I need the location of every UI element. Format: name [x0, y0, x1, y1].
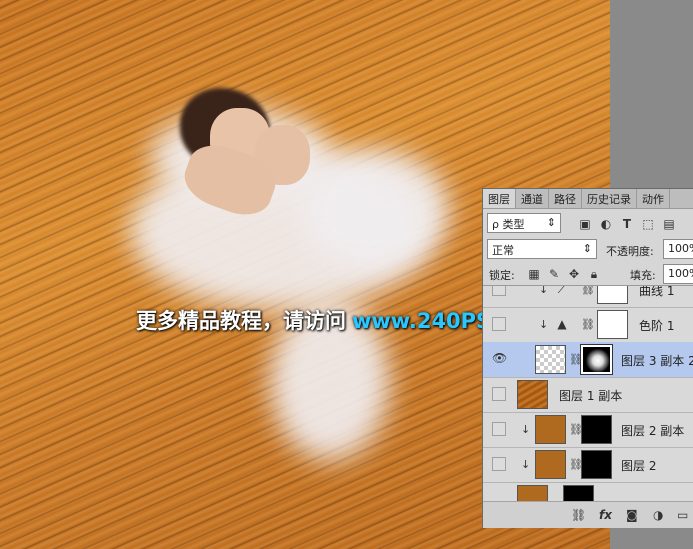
layer-row[interactable]: ↓ ⛓︎ 图层 2 副本 [483, 412, 693, 448]
layer-name[interactable]: 色阶 1 [639, 317, 674, 334]
lock-paint-icon[interactable]: ✎ [547, 267, 561, 281]
layer-name[interactable]: 图层 3 副本 2 [621, 352, 693, 369]
clip-arrow-icon: ↓ [521, 458, 531, 471]
visibility-toggle[interactable] [492, 422, 506, 436]
layer-row[interactable]: ↓ ▲ ⛓︎ 色阶 1 [483, 307, 693, 343]
layer-name[interactable]: 图层 2 [621, 457, 656, 474]
adjustment-layer-icon[interactable]: ◑ [653, 508, 663, 522]
link-layers-icon[interactable]: ⛓︎ [571, 508, 586, 522]
new-group-icon[interactable]: ▭ [677, 508, 688, 522]
clip-arrow-icon: ↓ [521, 423, 531, 436]
layer-mask-thumbnail[interactable] [597, 310, 628, 339]
blend-row: 正常 ⇕ 不透明度: 100% [483, 237, 693, 261]
link-icon: ⛓︎ [581, 285, 595, 296]
lock-label: 锁定: [489, 269, 515, 282]
layer-thumbnail[interactable] [535, 450, 566, 479]
curves-adjust-icon: ⟋ [557, 285, 567, 296]
lock-position-icon[interactable]: ✥ [567, 267, 581, 281]
layer-thumbnail[interactable] [517, 380, 548, 409]
lock-transparent-icon[interactable]: ▦ [527, 267, 541, 281]
tab-layers[interactable]: 图层 [483, 189, 516, 208]
panel-tabs: 图层 通道 路径 历史记录 动作 [483, 189, 693, 209]
visibility-toggle[interactable] [492, 286, 506, 296]
layer-mask-thumbnail[interactable] [563, 485, 594, 502]
layer-row[interactable]: 👁︎ ⛓︎ 图层 3 副本 2 [483, 342, 693, 378]
clip-arrow-icon: ↓ [539, 318, 549, 331]
layer-name[interactable]: 曲线 1 [639, 286, 674, 299]
tab-history[interactable]: 历史记录 [582, 189, 637, 208]
levels-adjust-icon: ▲ [557, 317, 567, 331]
opacity-input[interactable]: 100% [663, 239, 693, 259]
clip-arrow-icon: ↓ [539, 285, 549, 296]
panel-footer: ⛓︎ fx ◙ ◑ ▭ [483, 501, 693, 528]
layer-thumbnail[interactable] [517, 485, 548, 502]
layers-panel: 图层 通道 路径 历史记录 动作 ρ 类型 ⇕ ▣ ◐ T ⬚ ▤ 正常 ⇕ 不… [482, 188, 693, 528]
fx-icon[interactable]: fx [599, 508, 612, 522]
layer-row[interactable]: ↓ ⟋ ⛓︎ 曲线 1 [483, 285, 693, 308]
visibility-toggle[interactable] [492, 457, 506, 471]
layer-row[interactable]: ↓ ⛓︎ 图层 2 [483, 447, 693, 483]
layer-filter-select[interactable]: ρ 类型 ⇕ [487, 213, 561, 233]
layer-mask-thumbnail[interactable] [581, 415, 612, 444]
fill-input[interactable]: 100% [663, 264, 693, 284]
layer-thumbnail[interactable] [535, 415, 566, 444]
blend-mode-value: 正常 [492, 244, 514, 257]
updown-arrow-icon: ⇕ [546, 216, 556, 229]
lock-row: 锁定: ▦ ✎ ✥ 🔒︎ 填充: 100% [483, 263, 693, 285]
blanket-shape [300, 150, 450, 270]
filter-smartobject-icon[interactable]: ▤ [662, 217, 676, 231]
layer-mask-thumbnail[interactable] [597, 286, 628, 304]
layer-thumbnail[interactable] [535, 345, 566, 374]
blend-mode-select[interactable]: 正常 ⇕ [487, 239, 597, 259]
filter-kind-label: ρ 类型 [492, 218, 525, 231]
add-mask-icon[interactable]: ◙ [626, 508, 638, 522]
filter-shape-icon[interactable]: ⬚ [641, 217, 655, 231]
layer-name[interactable]: 图层 2 副本 [621, 422, 684, 439]
layer-row[interactable] [483, 482, 693, 502]
visibility-toggle[interactable] [492, 387, 506, 401]
link-icon: ⛓︎ [581, 318, 595, 331]
filter-pixel-icon[interactable]: ▣ [578, 217, 592, 231]
tab-channels[interactable]: 通道 [516, 189, 549, 208]
fill-label: 填充: [630, 269, 656, 282]
layer-row[interactable]: 图层 1 副本 [483, 377, 693, 413]
filter-type-icon[interactable]: T [620, 217, 634, 231]
updown-arrow-icon: ⇕ [582, 242, 592, 255]
opacity-label: 不透明度: [606, 245, 654, 258]
lock-all-icon[interactable]: 🔒︎ [587, 267, 601, 281]
layer-mask-thumbnail[interactable] [581, 450, 612, 479]
layer-name[interactable]: 图层 1 副本 [559, 387, 622, 404]
filter-adjustment-icon[interactable]: ◐ [599, 217, 613, 231]
layer-mask-thumbnail[interactable] [580, 344, 613, 375]
filter-row: ρ 类型 ⇕ ▣ ◐ T ⬚ ▤ [483, 211, 693, 235]
tab-actions[interactable]: 动作 [637, 189, 670, 208]
visibility-toggle[interactable] [492, 317, 506, 331]
layers-list: ↓ ⟋ ⛓︎ 曲线 1 ↓ ▲ ⛓︎ 色阶 1 👁︎ ⛓︎ 图层 3 副本 2 [483, 285, 693, 502]
eye-icon[interactable]: 👁︎ [492, 352, 507, 364]
tab-paths[interactable]: 路径 [549, 189, 582, 208]
watermark-text: 更多精品教程，请访问 [136, 309, 346, 333]
